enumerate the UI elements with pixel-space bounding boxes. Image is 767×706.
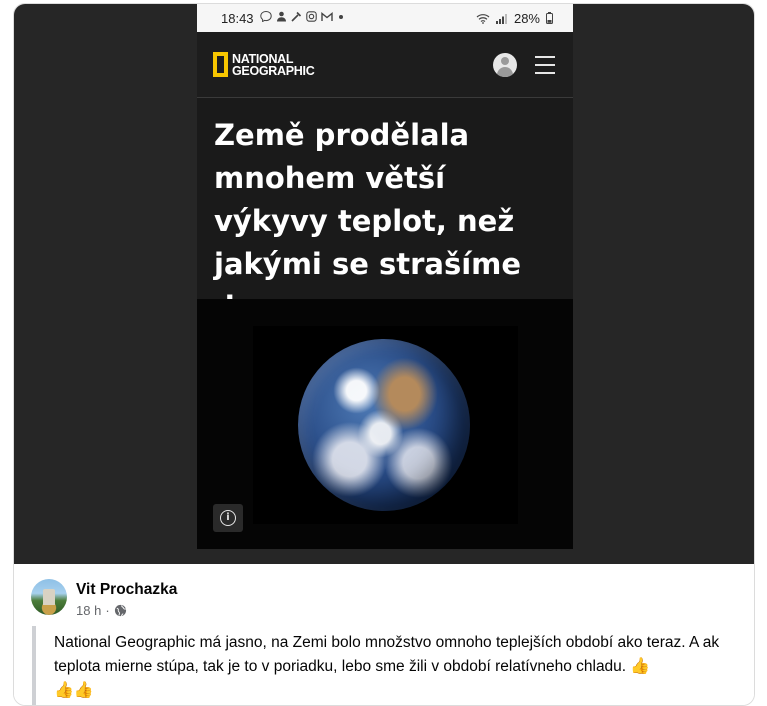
post-text-block: National Geographic má jasno, na Zemi bo… bbox=[32, 626, 744, 705]
dot-icon bbox=[338, 15, 343, 19]
status-bar: 18:43 28% bbox=[197, 4, 573, 32]
post-meta: 18 h · bbox=[76, 603, 127, 618]
instagram-icon bbox=[305, 11, 317, 22]
avatar[interactable] bbox=[31, 579, 67, 615]
logo-line-2: GEOGRAPHIC bbox=[232, 63, 315, 78]
status-time: 18:43 bbox=[221, 10, 254, 26]
natgeo-logo[interactable]: NATIONAL GEOGRAPHIC bbox=[213, 51, 315, 78]
post-time[interactable]: 18 h bbox=[76, 603, 101, 618]
signal-icon bbox=[495, 13, 507, 24]
wifi-icon bbox=[476, 13, 490, 24]
yellow-frame-icon bbox=[213, 52, 228, 77]
gmail-icon bbox=[321, 12, 333, 21]
battery-percent: 28% bbox=[513, 10, 540, 26]
shared-screenshot[interactable]: 18:43 28% NATIONAL GEOGRAPHIC Země prodě… bbox=[14, 4, 754, 564]
globe-icon[interactable] bbox=[114, 604, 127, 617]
post-body: Vit Prochazka 18 h · National Geographic… bbox=[14, 564, 754, 705]
post-card: 18:43 28% NATIONAL GEOGRAPHIC Země prodě… bbox=[13, 3, 755, 706]
author-name[interactable]: Vit Prochazka bbox=[76, 581, 177, 599]
info-icon: i bbox=[220, 510, 236, 526]
info-button[interactable]: i bbox=[213, 504, 243, 532]
article-photo: i bbox=[197, 299, 573, 549]
menu-icon[interactable] bbox=[535, 55, 555, 74]
person-icon bbox=[276, 11, 286, 22]
messenger-icon bbox=[259, 10, 272, 23]
tool-icon bbox=[291, 11, 301, 22]
phone-screen: 18:43 28% NATIONAL GEOGRAPHIC Země prodě… bbox=[197, 4, 573, 549]
meta-separator: · bbox=[105, 603, 110, 618]
thumbs-up-emoji: 👍 bbox=[630, 658, 651, 675]
post-text: National Geographic má jasno, na Zemi bo… bbox=[54, 634, 720, 675]
logo-line-1: NATIONAL bbox=[232, 51, 294, 66]
thumbs-up-emoji-line: 👍👍 bbox=[54, 682, 94, 699]
article-headline: Země prodělala mnohem větší výkyvy teplo… bbox=[214, 118, 522, 324]
notification-icons bbox=[259, 10, 345, 25]
battery-icon bbox=[546, 12, 553, 24]
natgeo-header: NATIONAL GEOGRAPHIC bbox=[197, 32, 573, 98]
earth-image bbox=[298, 339, 470, 511]
user-account-icon[interactable] bbox=[493, 52, 517, 77]
